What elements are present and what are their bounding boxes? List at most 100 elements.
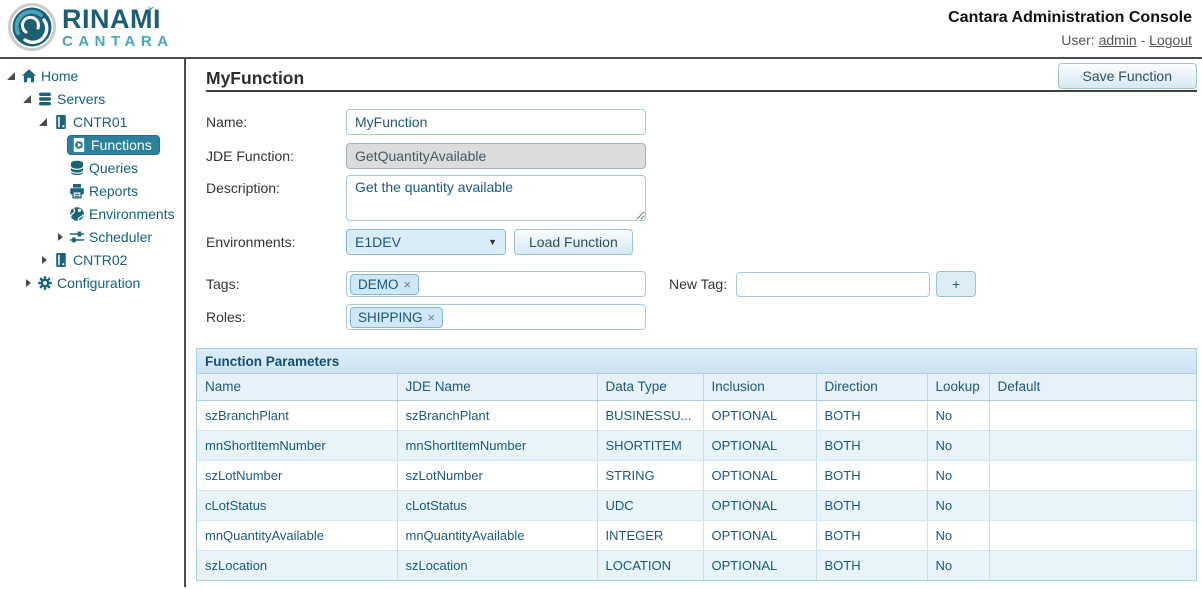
remove-role-icon[interactable]: ×	[428, 311, 436, 324]
roles-input[interactable]: SHIPPING ×	[346, 304, 646, 330]
add-tag-button[interactable]: +	[936, 271, 976, 297]
parameter-cell: cLotStatus	[397, 490, 597, 520]
description-label: Description:	[206, 175, 346, 201]
parameter-cell: No	[927, 490, 989, 520]
printer-icon	[69, 183, 85, 199]
expand-node-icon[interactable]	[21, 276, 35, 290]
rinami-cantara-logo: RINAMIˇ CANTARA	[8, 3, 174, 51]
column-header: Inclusion	[703, 374, 816, 400]
server-icon	[53, 114, 69, 130]
expand-node-icon[interactable]	[37, 253, 51, 267]
parameter-cell: No	[927, 550, 989, 580]
function-form: Name: JDE Function: Description: Get the…	[206, 109, 1197, 330]
sidebar-item-body: CNTR02	[51, 250, 132, 270]
new-tag-group: New Tag: +	[669, 271, 976, 297]
chevron-down-icon: ▼	[488, 237, 497, 247]
parameter-row[interactable]: szLotNumberszLotNumberSTRINGOPTIONALBOTH…	[197, 460, 1196, 490]
user-link[interactable]: admin	[1099, 32, 1137, 48]
parameter-cell	[989, 520, 1196, 550]
sidebar-item-cntr01[interactable]: CNTR01	[0, 110, 184, 133]
sidebar-item-body: Servers	[35, 89, 110, 109]
table-header-row: NameJDE NameData TypeInclusionDirectionL…	[197, 374, 1196, 400]
user-line: User: admin - Logout	[948, 32, 1192, 48]
sidebar-item-configuration[interactable]: Configuration	[0, 271, 184, 294]
column-header: Default	[989, 374, 1196, 400]
user-logout-separator: -	[1137, 32, 1149, 48]
nav-tree: Home Servers CNTR01FunctionsQueries Reports…	[0, 59, 186, 587]
page-title-row: MyFunction	[206, 59, 1197, 90]
arrow-spacer	[53, 207, 67, 221]
sidebar-item-environments[interactable]: Environments	[0, 202, 184, 225]
sidebar-item-label: Servers	[57, 91, 105, 107]
sidebar-item-body: CNTR01	[51, 112, 132, 132]
sidebar-item-functions[interactable]: Functions	[0, 133, 184, 156]
roles-row: Roles: SHIPPING×	[206, 304, 1197, 330]
name-input[interactable]	[346, 109, 646, 135]
parameter-row[interactable]: mnQuantityAvailablemnQuantityAvailableIN…	[197, 520, 1196, 550]
content-area: Home Servers CNTR01FunctionsQueries Reports…	[0, 57, 1202, 587]
logo-text: RINAMIˇ CANTARA	[62, 6, 174, 49]
parameter-row[interactable]: szBranchPlantszBranchPlantBUSINESSU...OP…	[197, 400, 1196, 430]
role-chip-label: SHIPPING	[358, 310, 423, 325]
tags-input[interactable]: DEMO ×	[346, 271, 646, 297]
parameter-cell: OPTIONAL	[703, 490, 816, 520]
logout-link[interactable]: Logout	[1149, 32, 1192, 48]
tags-label: Tags:	[206, 271, 346, 297]
new-tag-label: New Tag:	[669, 271, 727, 297]
servers-stack-icon	[37, 91, 53, 107]
sidebar-item-servers[interactable]: Servers	[0, 87, 184, 110]
parameter-cell: BOTH	[816, 430, 927, 460]
page-title: MyFunction	[206, 66, 1197, 90]
parameter-cell: cLotStatus	[197, 490, 397, 520]
sidebar-item-body: Environments	[67, 204, 180, 224]
jde-function-input	[346, 143, 646, 169]
collapse-node-icon[interactable]	[21, 92, 35, 106]
name-row: Name:	[206, 109, 1197, 135]
parameter-cell: OPTIONAL	[703, 460, 816, 490]
sidebar-item-label: Reports	[89, 183, 138, 199]
load-function-button[interactable]: Load Function	[514, 229, 633, 255]
title-divider	[206, 90, 1197, 92]
parameter-cell: SHORTITEM	[597, 430, 703, 460]
tags-row: Tags: DEMO × New Tag: +	[206, 271, 1197, 297]
rinami-logo-icon	[8, 3, 56, 51]
function-parameters-table: Function Parameters NameJDE NameData Typ…	[196, 348, 1197, 581]
parameter-row[interactable]: szLocationszLocationLOCATIONOPTIONALBOTH…	[197, 550, 1196, 580]
parameter-row[interactable]: mnShortItemNumbermnShortItemNumberSHORTI…	[197, 430, 1196, 460]
name-label: Name:	[206, 109, 346, 135]
parameter-cell: No	[927, 400, 989, 430]
parameter-cell: mnQuantityAvailable	[397, 520, 597, 550]
main-panel: MyFunction Save Function Name: JDE Funct…	[186, 59, 1202, 587]
gear-icon	[37, 275, 53, 291]
parameter-cell	[989, 430, 1196, 460]
arrow-spacer	[53, 161, 67, 175]
sidebar-item-scheduler[interactable]: Scheduler	[0, 225, 184, 248]
parameter-cell: BOTH	[816, 400, 927, 430]
home-icon	[21, 68, 37, 84]
parameter-cell: BOTH	[816, 490, 927, 520]
tag-chip-label: DEMO	[358, 277, 399, 292]
environments-select[interactable]: E1DEV ▼	[346, 229, 506, 255]
column-header: Name	[197, 374, 397, 400]
sidebar-item-home[interactable]: Home	[0, 64, 184, 87]
collapse-node-icon[interactable]	[37, 115, 51, 129]
parameter-cell	[989, 550, 1196, 580]
sidebar-item-queries[interactable]: Queries	[0, 156, 184, 179]
logo-cantara: CANTARA	[62, 34, 174, 49]
collapse-node-icon[interactable]	[5, 69, 19, 83]
parameter-cell: OPTIONAL	[703, 550, 816, 580]
expand-node-icon[interactable]	[53, 230, 67, 244]
parameter-cell: BUSINESSU...	[597, 400, 703, 430]
description-input[interactable]: Get the quantity available	[346, 175, 646, 221]
sidebar-item-reports[interactable]: Reports	[0, 179, 184, 202]
role-chip: SHIPPING ×	[350, 307, 443, 328]
remove-tag-icon[interactable]: ×	[404, 278, 412, 291]
save-function-button[interactable]: Save Function	[1058, 63, 1198, 89]
new-tag-input[interactable]	[736, 272, 930, 297]
tag-chip: DEMO ×	[350, 274, 419, 295]
sidebar-item-cntr02[interactable]: CNTR02	[0, 248, 184, 271]
parameter-row[interactable]: cLotStatuscLotStatusUDCOPTIONALBOTHNo	[197, 490, 1196, 520]
sidebar-item-label: Home	[41, 68, 78, 84]
database-icon	[69, 160, 85, 176]
arrow-spacer	[53, 184, 67, 198]
